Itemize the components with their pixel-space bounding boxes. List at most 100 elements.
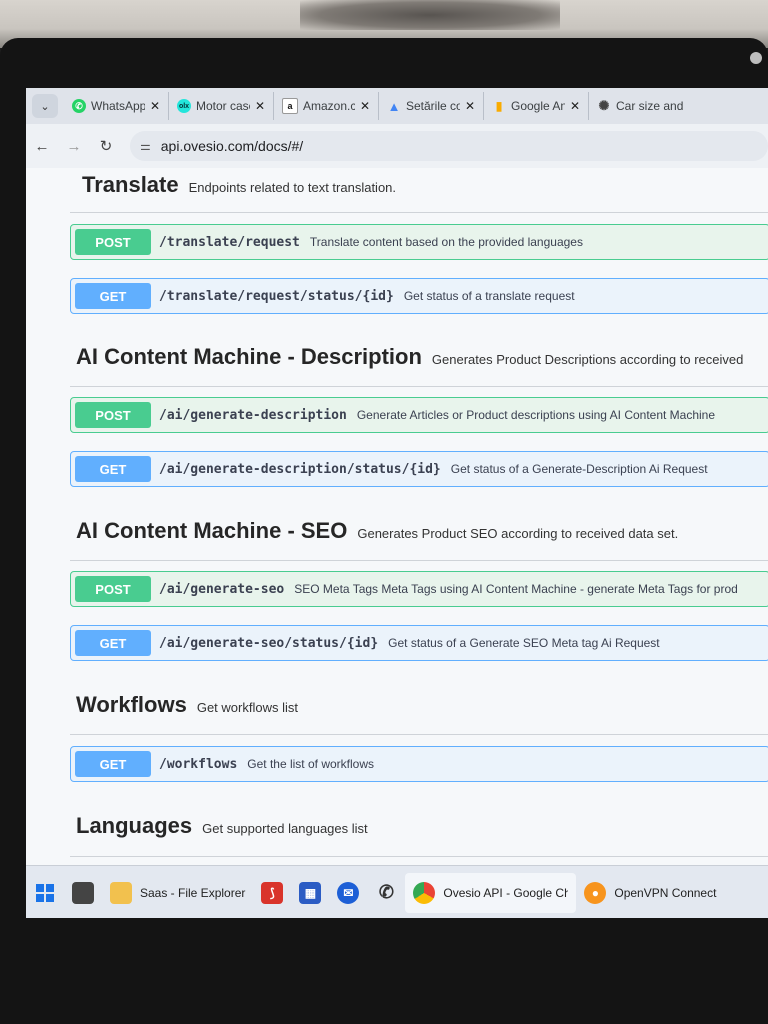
- section-ai-seo[interactable]: AI Content Machine - SEO Generates Produ…: [76, 518, 766, 544]
- forward-arrow-icon[interactable]: →: [58, 138, 90, 155]
- close-icon[interactable]: ✕: [465, 99, 475, 113]
- section-divider: [70, 734, 768, 735]
- section-description: Generates Product Descriptions according…: [431, 352, 744, 367]
- tab-label: Setările con: [406, 99, 460, 113]
- tab-label: WhatsApp: [91, 99, 145, 113]
- chatgpt-icon: ✺: [598, 98, 610, 113]
- taskbar-openvpn[interactable]: ● OpenVPN Connect: [576, 873, 724, 913]
- operation-summary: Get status of a Generate SEO Meta tag Ai…: [388, 636, 660, 650]
- laptop-screen: ⌄ ✆ WhatsApp ✕ olx Motor case ✕ a Amazon…: [26, 88, 768, 918]
- google-analytics-icon: ▮: [495, 99, 503, 113]
- taskbar-label: OpenVPN Connect: [614, 885, 717, 900]
- task-view-icon: [72, 881, 94, 904]
- operation-get-generate-description-status[interactable]: GET /ai/generate-description/status/{id}…: [70, 451, 768, 487]
- operation-path: /workflows: [159, 756, 238, 772]
- olx-icon: olx: [177, 99, 191, 113]
- task-view-button[interactable]: [64, 873, 102, 913]
- operation-summary: Translate content based on the provided …: [309, 235, 583, 249]
- tab-google-analytics[interactable]: ▮ Google An ✕: [484, 92, 589, 120]
- operation-get-generate-seo-status[interactable]: GET /ai/generate-seo/status/{id} Get sta…: [70, 625, 768, 661]
- operation-path: /ai/generate-description/status/{id}: [159, 461, 441, 477]
- section-description: Generates Product SEO according to recei…: [357, 526, 679, 541]
- method-badge: GET: [75, 751, 151, 777]
- section-ai-description[interactable]: AI Content Machine - Description Generat…: [76, 344, 766, 370]
- browser-toolbar: ← → ↻ ⚌ api.ovesio.com/docs/#/: [26, 124, 768, 169]
- operation-summary: Get status of a Generate-Description Ai …: [450, 462, 708, 476]
- operation-path: /ai/generate-seo/status/{id}: [159, 635, 379, 651]
- tab-google-ads-settings[interactable]: ▲ Setările con ✕: [379, 92, 484, 120]
- section-languages[interactable]: Languages Get supported languages list: [76, 813, 766, 839]
- whatsapp-icon: ✆: [72, 99, 86, 113]
- close-icon[interactable]: ✕: [255, 99, 265, 113]
- section-divider: [70, 212, 768, 213]
- close-icon[interactable]: ✕: [360, 99, 370, 113]
- operation-path: /translate/request: [159, 234, 300, 250]
- amazon-icon: a: [282, 98, 298, 114]
- api-docs-page: Translate Endpoints related to text tran…: [26, 168, 768, 865]
- taskbar-thunderbird[interactable]: ✉: [329, 873, 367, 913]
- method-badge: POST: [75, 576, 151, 602]
- tab-amazon[interactable]: a Amazon.com ✕: [274, 92, 379, 120]
- taskbar-label: Ovesio API - Google Chrome: [443, 885, 569, 900]
- taskbar-label: Saas - File Explorer: [140, 885, 246, 900]
- method-badge: GET: [75, 456, 151, 482]
- section-title: AI Content Machine - SEO: [76, 518, 348, 543]
- tab-label: Car size and: [616, 99, 684, 113]
- operation-summary: Get the list of workflows: [247, 757, 374, 771]
- operation-path: /translate/request/status/{id}: [159, 288, 394, 304]
- chrome-icon: [413, 881, 436, 904]
- section-description: Get supported languages list: [202, 821, 368, 836]
- operation-post-generate-description[interactable]: POST /ai/generate-description Generate A…: [70, 397, 768, 433]
- section-description: Get workflows list: [196, 700, 298, 715]
- thunderbird-icon: ✉: [337, 881, 360, 904]
- operation-get-translate-status[interactable]: GET /translate/request/status/{id} Get s…: [70, 278, 768, 314]
- webcam-dot: [750, 52, 762, 64]
- method-badge: GET: [75, 283, 151, 309]
- acrobat-icon: ⟆: [261, 881, 284, 904]
- taskbar-acrobat[interactable]: ⟆: [253, 873, 291, 913]
- section-divider: [70, 560, 768, 561]
- operation-summary: SEO Meta Tags Meta Tags using AI Content…: [294, 582, 738, 596]
- address-bar[interactable]: ⚌ api.ovesio.com/docs/#/: [130, 131, 768, 161]
- taskbar-chrome[interactable]: Ovesio API - Google Chrome: [405, 872, 577, 913]
- windows-taskbar: Saas - File Explorer ⟆ ▦ ✉ ✆ Ovesio API …: [26, 865, 768, 918]
- taskbar-file-explorer[interactable]: Saas - File Explorer: [102, 873, 253, 913]
- back-arrow-icon[interactable]: ←: [26, 138, 58, 155]
- browser-tab-strip: ⌄ ✆ WhatsApp ✕ olx Motor case ✕ a Amazon…: [26, 88, 768, 124]
- close-icon[interactable]: ✕: [150, 99, 160, 113]
- photo-background-shadow: [300, 0, 560, 30]
- tab-motor-case[interactable]: olx Motor case ✕: [169, 92, 274, 120]
- method-badge: POST: [75, 402, 151, 428]
- operation-post-generate-seo[interactable]: POST /ai/generate-seo SEO Meta Tags Meta…: [70, 571, 768, 607]
- reload-icon[interactable]: ↻: [90, 137, 122, 155]
- taskbar-store[interactable]: ▦: [291, 873, 329, 913]
- section-title: Translate: [82, 172, 179, 197]
- openvpn-icon: ●: [584, 881, 607, 904]
- section-description: Endpoints related to text translation.: [188, 180, 397, 195]
- operation-path: /ai/generate-description: [159, 407, 347, 423]
- section-title: AI Content Machine - Description: [76, 344, 422, 369]
- tab-car-size[interactable]: ✺ Car size and: [589, 92, 694, 120]
- operation-get-workflows[interactable]: GET /workflows Get the list of workflows: [70, 746, 768, 782]
- folder-icon: [110, 881, 132, 904]
- operation-path: /ai/generate-seo: [159, 581, 285, 597]
- section-divider: [70, 856, 768, 857]
- section-workflows[interactable]: Workflows Get workflows list: [76, 692, 766, 718]
- operation-summary: Get status of a translate request: [403, 289, 575, 303]
- site-settings-icon[interactable]: ⚌: [140, 139, 151, 153]
- method-badge: GET: [75, 630, 151, 656]
- tab-search-button[interactable]: ⌄: [32, 94, 58, 118]
- start-button[interactable]: [26, 873, 64, 913]
- section-translate[interactable]: Translate Endpoints related to text tran…: [82, 172, 768, 198]
- tab-whatsapp[interactable]: ✆ WhatsApp ✕: [64, 92, 169, 120]
- section-title: Languages: [76, 813, 193, 838]
- tab-label: Google An: [511, 99, 565, 113]
- whatsapp-icon: ✆: [378, 882, 394, 902]
- store-icon: ▦: [299, 881, 322, 904]
- method-badge: POST: [75, 229, 151, 255]
- operation-post-translate-request[interactable]: POST /translate/request Translate conten…: [70, 224, 768, 260]
- taskbar-whatsapp[interactable]: ✆: [367, 873, 405, 913]
- section-title: Workflows: [76, 692, 187, 717]
- url-text: api.ovesio.com/docs/#/: [160, 138, 304, 154]
- close-icon[interactable]: ✕: [570, 99, 580, 113]
